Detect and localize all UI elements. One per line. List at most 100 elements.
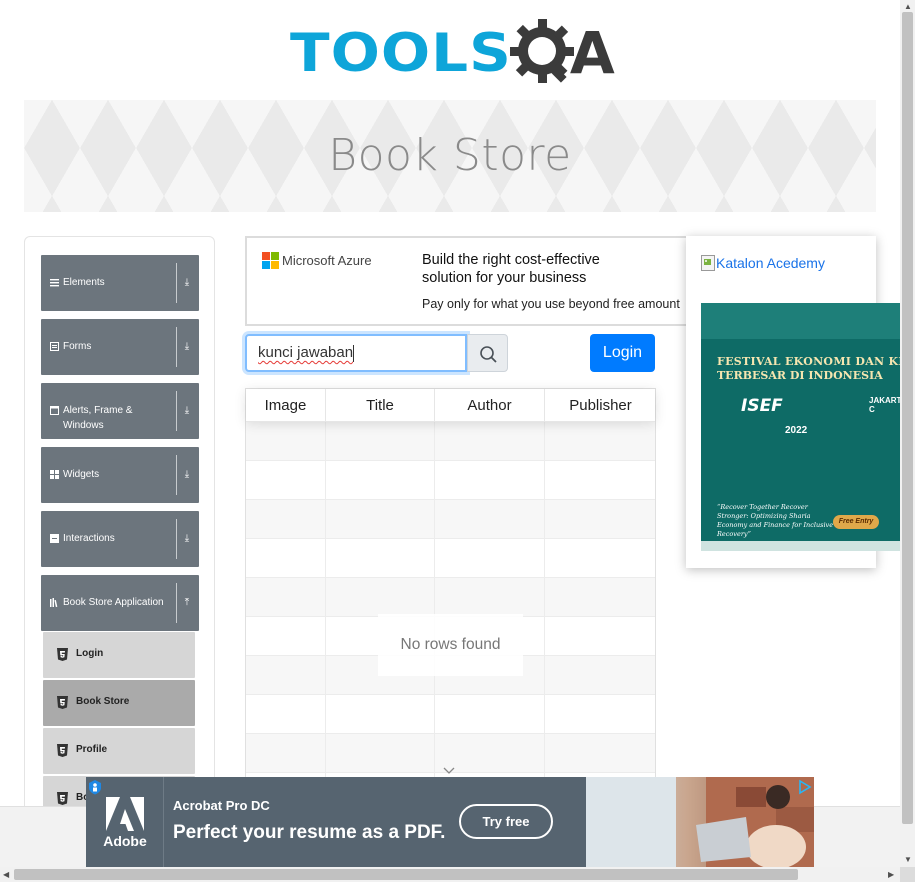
- woman-laptop-photo: [586, 777, 814, 867]
- adobe-brand: Adobe: [103, 833, 147, 849]
- books-table: Image Title Author Publisher No rows fou…: [245, 388, 656, 798]
- html5-icon: [57, 648, 68, 661]
- table-row: [246, 500, 655, 539]
- broken-image-icon: [701, 255, 715, 271]
- poster-city: JAKARTA C: [869, 396, 901, 414]
- sidebar-group-label: Widgets: [63, 469, 100, 480]
- html5-icon: [57, 792, 68, 805]
- table-row: [246, 695, 655, 734]
- katalon-ad-text: Katalon Acedemy: [716, 255, 825, 271]
- poster-headline-2: TERBESAR DI INDONESIA: [717, 369, 883, 382]
- expand-arrow-icon[interactable]: ⤓: [181, 532, 193, 546]
- divider: [176, 519, 177, 559]
- table-row: [246, 461, 655, 500]
- expand-arrow-icon[interactable]: ⤓: [181, 276, 193, 290]
- list-icon: [50, 342, 59, 351]
- adobe-logo-icon: [106, 797, 144, 831]
- search-input[interactable]: kunci jawaban: [245, 334, 467, 372]
- page-title: Book Store: [328, 130, 572, 181]
- sidebar-group-book-store-application[interactable]: Book Store Application ⤒: [41, 575, 199, 631]
- hamburger-icon: [50, 279, 59, 287]
- table-row: [246, 539, 655, 578]
- sidebar-group-alerts[interactable]: Alerts, Frame & Windows ⤓: [41, 383, 199, 439]
- column-header-image[interactable]: Image: [246, 389, 326, 422]
- scroll-right-arrow-icon[interactable]: ▶: [888, 870, 894, 879]
- sidebar-item-label: Profile: [76, 744, 108, 755]
- search-button[interactable]: [467, 334, 508, 372]
- grid-icon: [50, 470, 59, 479]
- isef-poster-image: FESTIVAL EKONOMI DAN KEUAN TERBESAR DI I…: [701, 303, 901, 551]
- ad-brand: Microsoft Azure: [282, 253, 372, 268]
- login-button[interactable]: Login: [590, 334, 655, 372]
- ad-tagline: Perfect your resume as a PDF.: [173, 822, 446, 843]
- ad-subline: Pay only for what you use beyond free am…: [422, 297, 680, 311]
- sidebar-item-book-store[interactable]: Book Store: [43, 680, 195, 726]
- sidebar-group-forms[interactable]: Forms ⤓: [41, 319, 199, 375]
- katalon-ad-link[interactable]: Katalon Acedemy: [701, 255, 825, 271]
- scroll-down-arrow-icon[interactable]: ▼: [904, 855, 912, 864]
- table-header: Image Title Author Publisher: [246, 389, 655, 422]
- poster-year: 2022: [785, 425, 808, 436]
- divider: [176, 583, 177, 623]
- adchoices-icon[interactable]: [798, 779, 812, 795]
- expand-arrow-icon[interactable]: ⤓: [181, 468, 193, 482]
- scroll-left-arrow-icon[interactable]: ◀: [3, 870, 9, 879]
- logo-text: TOOLS: [290, 22, 512, 84]
- sidebar-group-label: Forms: [63, 341, 92, 352]
- katalon-ad[interactable]: Katalon Acedemy FESTIVAL EKONOMI DAN KEU…: [686, 236, 901, 568]
- scroll-up-arrow-icon[interactable]: ▲: [904, 2, 912, 11]
- sidebar-item-label: Book Store: [76, 696, 130, 707]
- poster-cta: Free Entry: [833, 515, 879, 529]
- ad-info-icon[interactable]: [88, 779, 102, 795]
- scrollbar-corner: [900, 867, 915, 882]
- sidebar-group-interactions[interactable]: Interactions ⤓: [41, 511, 199, 567]
- sidebar-item-profile[interactable]: Profile: [43, 728, 195, 774]
- chevron-down-icon[interactable]: [443, 764, 455, 776]
- ad-headline: Build the right cost-effective solution …: [422, 252, 600, 286]
- column-divider: [544, 422, 545, 797]
- column-header-title[interactable]: Title: [326, 389, 435, 422]
- divider: [176, 263, 177, 303]
- sidebar-item-label: Login: [76, 648, 104, 659]
- sidebar-group-elements[interactable]: Elements ⤓: [41, 255, 199, 311]
- search-input-value: kunci jawaban: [258, 344, 354, 361]
- divider: [176, 455, 177, 495]
- text-cursor: [353, 344, 355, 362]
- divider: [176, 327, 177, 367]
- table-row: [246, 578, 655, 617]
- sidebar-item-login[interactable]: Login: [43, 632, 195, 678]
- toolsqa-logo[interactable]: TOOLS A: [290, 14, 615, 92]
- column-header-author[interactable]: Author: [435, 389, 545, 422]
- sidebar-group-label: Elements: [63, 277, 105, 288]
- poster-headline-1: FESTIVAL EKONOMI DAN KEUAN: [717, 355, 901, 368]
- sidebar-group-label: Book Store Application: [63, 597, 164, 608]
- divider: [176, 391, 177, 431]
- expand-arrow-icon[interactable]: ⤓: [181, 340, 193, 354]
- html5-icon: [57, 744, 68, 757]
- column-divider: [434, 422, 435, 797]
- expand-arrow-icon[interactable]: ⤓: [181, 404, 193, 418]
- sidebar-group-widgets[interactable]: Widgets ⤓: [41, 447, 199, 503]
- microsoft-logo-icon: [262, 252, 279, 269]
- poster-footer-band: [701, 541, 901, 551]
- gear-magnifier-icon: [508, 15, 584, 91]
- column-header-publisher[interactable]: Publisher: [545, 389, 656, 422]
- sidebar-group-label: Alerts, Frame & Windows: [63, 405, 133, 431]
- column-divider: [325, 422, 326, 797]
- horizontal-scrollbar-thumb[interactable]: [14, 869, 798, 880]
- ad-product: Acrobat Pro DC: [173, 798, 270, 813]
- vertical-scrollbar-thumb[interactable]: [902, 12, 913, 824]
- html5-icon: [57, 696, 68, 709]
- sidebar: Elements ⤓ Forms ⤓ Alerts, Frame & Windo…: [24, 236, 215, 836]
- table-row: [246, 422, 655, 461]
- try-free-button[interactable]: Try free: [459, 804, 553, 839]
- page-banner: Book Store: [24, 100, 876, 212]
- collapse-arrow-icon[interactable]: ⤒: [181, 596, 193, 610]
- no-rows-message: No rows found: [378, 614, 523, 676]
- sidebar-group-label: Interactions: [63, 533, 115, 544]
- poster-sponsor-band: [701, 303, 901, 339]
- adobe-ad[interactable]: Adobe Acrobat Pro DC Perfect your resume…: [86, 777, 814, 867]
- poster-event-logo: ISEF: [741, 396, 783, 416]
- page: TOOLS A Book Store Elements ⤓ Forms ⤓ Al…: [0, 0, 915, 882]
- square-icon: [50, 534, 59, 543]
